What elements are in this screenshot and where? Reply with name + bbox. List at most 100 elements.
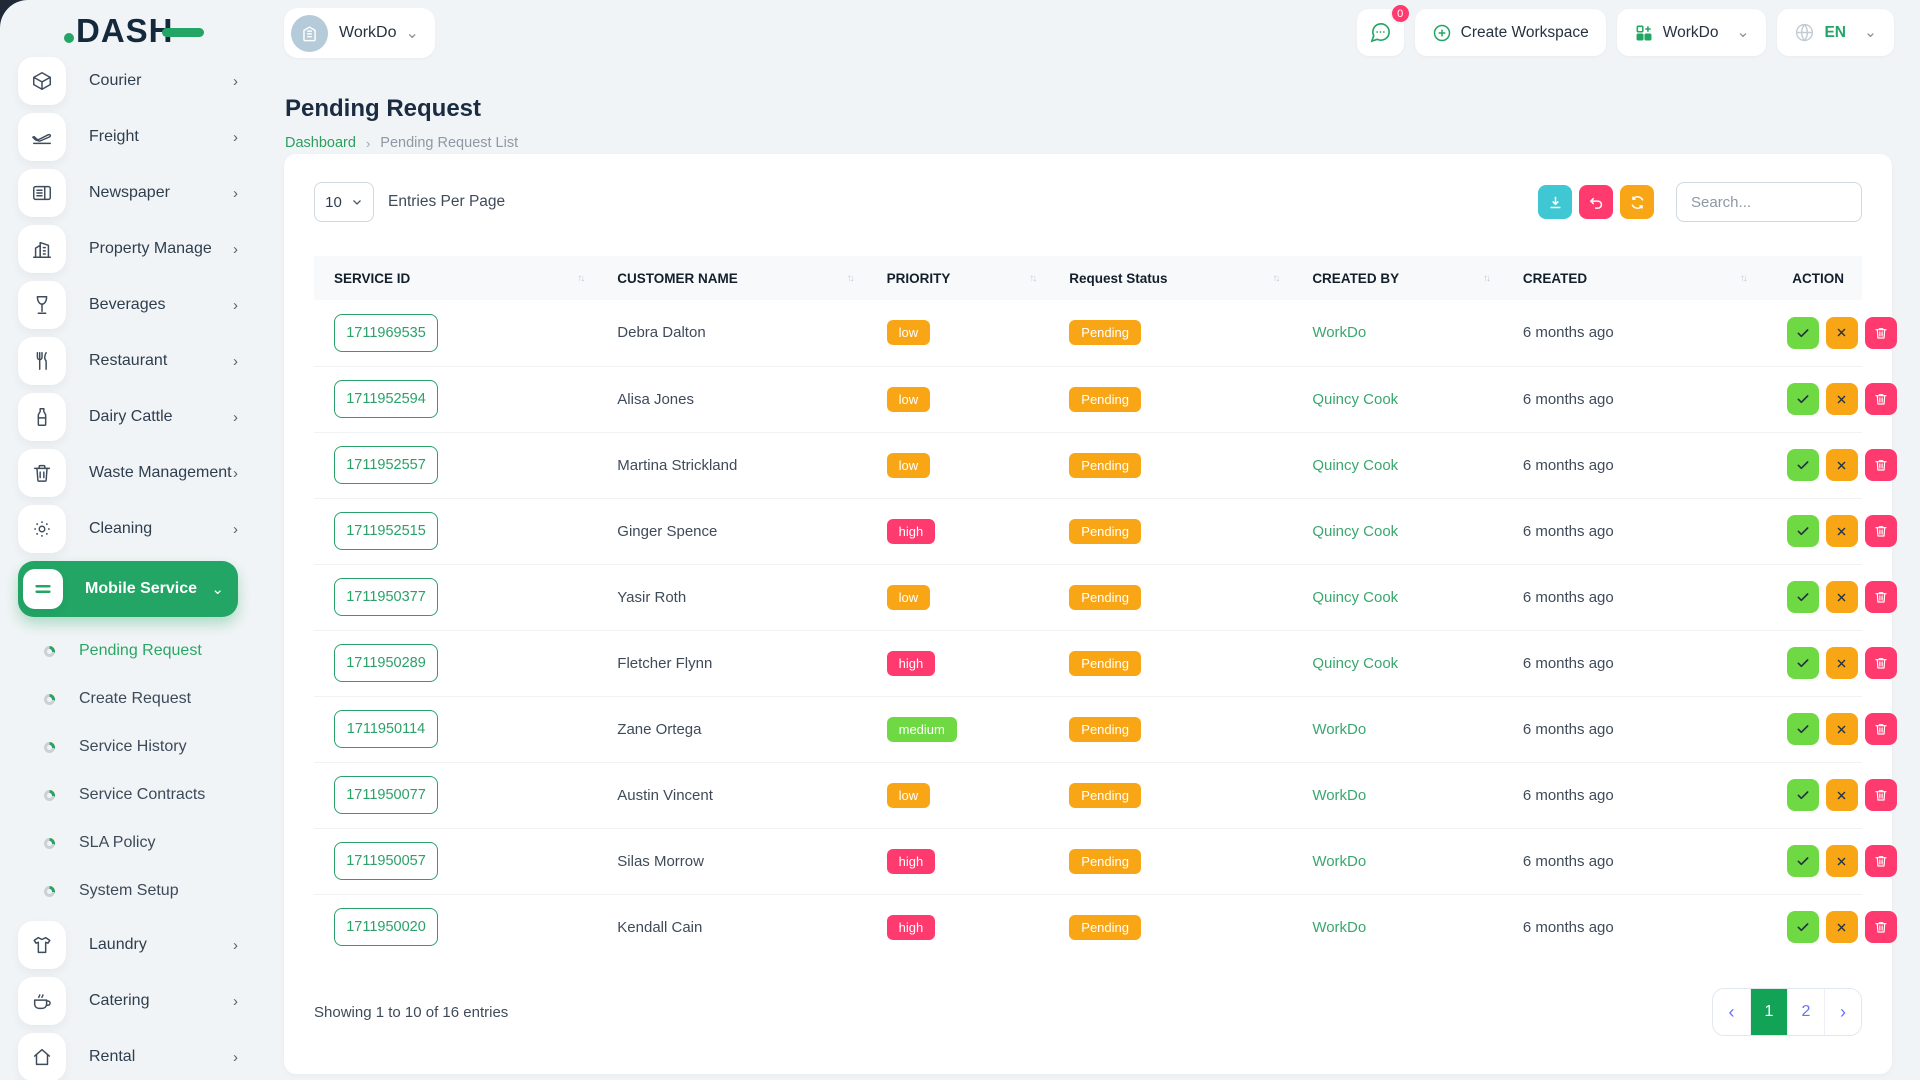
- breadcrumb-dashboard-link[interactable]: Dashboard: [285, 135, 356, 151]
- created-by-link[interactable]: WorkDo: [1312, 324, 1366, 341]
- created-by-link[interactable]: WorkDo: [1312, 721, 1366, 738]
- sidebar-item-courier[interactable]: Courier›: [18, 57, 238, 105]
- sidebar-subitem-sla-policy[interactable]: SLA Policy: [18, 819, 238, 867]
- service-id-button[interactable]: 1711952594: [334, 380, 438, 418]
- sidebar-item-newspaper[interactable]: Newspaper›: [18, 169, 238, 217]
- entries-per-page-select[interactable]: 10: [314, 182, 374, 222]
- column-header-service-id[interactable]: SERVICE ID↑↓: [314, 256, 597, 300]
- delete-button[interactable]: [1865, 515, 1897, 547]
- column-header-priority[interactable]: PRIORITY↑↓: [867, 256, 1050, 300]
- reject-button[interactable]: [1826, 449, 1858, 481]
- service-id-button[interactable]: 1711950020: [334, 908, 438, 946]
- sidebar-subitem-create-request[interactable]: Create Request: [18, 675, 238, 723]
- column-header-customer-name[interactable]: CUSTOMER NAME↑↓: [597, 256, 866, 300]
- service-id-button[interactable]: 1711950057: [334, 842, 438, 880]
- pagination-previous-button[interactable]: ‹: [1713, 989, 1750, 1035]
- created-cell: 6 months ago: [1503, 696, 1760, 762]
- service-id-button[interactable]: 1711950377: [334, 578, 438, 616]
- sidebar-item-laundry[interactable]: Laundry›: [18, 921, 238, 969]
- approve-button[interactable]: [1787, 581, 1819, 613]
- service-id-button[interactable]: 1711952515: [334, 512, 438, 550]
- reject-button[interactable]: [1826, 581, 1858, 613]
- sidebar-subitem-service-contracts[interactable]: Service Contracts: [18, 771, 238, 819]
- sidebar-item-mobile-service[interactable]: Mobile Service ⌄: [18, 561, 238, 617]
- catering-icon-box: [18, 977, 66, 1025]
- undo-button[interactable]: [1579, 185, 1613, 219]
- column-header-created[interactable]: CREATED↑↓: [1503, 256, 1760, 300]
- sidebar-subitem-label: Pending Request: [79, 642, 202, 660]
- approve-button[interactable]: [1787, 845, 1819, 877]
- sidebar-item-property-manage[interactable]: Property Manage›: [18, 225, 238, 273]
- approve-button[interactable]: [1787, 317, 1819, 349]
- delete-button[interactable]: [1865, 713, 1897, 745]
- chevron-down-icon: ⌄: [211, 580, 224, 598]
- sidebar-subitem-system-setup[interactable]: System Setup: [18, 867, 238, 915]
- reject-button[interactable]: [1826, 911, 1858, 943]
- created-by-link[interactable]: Quincy Cook: [1312, 457, 1398, 474]
- pagination-next-button[interactable]: ›: [1824, 989, 1861, 1035]
- breadcrumb: Dashboard › Pending Request List: [285, 135, 518, 151]
- chevron-right-icon: ›: [233, 1049, 238, 1066]
- sidebar-item-catering[interactable]: Catering›: [18, 977, 238, 1025]
- sidebar-item-waste-management[interactable]: Waste Management›: [18, 449, 238, 497]
- delete-button[interactable]: [1865, 581, 1897, 613]
- service-id-button[interactable]: 1711950114: [334, 710, 438, 748]
- column-header-request-status[interactable]: Request Status↑↓: [1049, 256, 1292, 300]
- sidebar-item-restaurant[interactable]: Restaurant›: [18, 337, 238, 385]
- export-button[interactable]: [1538, 185, 1572, 219]
- donut-icon: [44, 838, 55, 849]
- delete-button[interactable]: [1865, 845, 1897, 877]
- brand-logo[interactable]: DASH: [64, 12, 204, 50]
- created-by-link[interactable]: Quincy Cook: [1312, 523, 1398, 540]
- search-input[interactable]: [1676, 182, 1862, 222]
- waste-icon-box: [18, 449, 66, 497]
- created-by-link[interactable]: Quincy Cook: [1312, 655, 1398, 672]
- priority-badge: low: [887, 453, 931, 478]
- rental-icon-box: [18, 1033, 66, 1080]
- reject-button[interactable]: [1826, 515, 1858, 547]
- service-id-button[interactable]: 1711950289: [334, 644, 438, 682]
- sidebar-item-cleaning[interactable]: Cleaning›: [18, 505, 238, 553]
- created-by-link[interactable]: WorkDo: [1312, 787, 1366, 804]
- column-header-created-by[interactable]: CREATED BY↑↓: [1292, 256, 1503, 300]
- approve-button[interactable]: [1787, 647, 1819, 679]
- reject-button[interactable]: [1826, 713, 1858, 745]
- delete-button[interactable]: [1865, 317, 1897, 349]
- sidebar-subitem-service-history[interactable]: Service History: [18, 723, 238, 771]
- reject-button[interactable]: [1826, 845, 1858, 877]
- created-by-link[interactable]: WorkDo: [1312, 853, 1366, 870]
- pagination-page-1[interactable]: 1: [1750, 989, 1787, 1035]
- reject-button[interactable]: [1826, 317, 1858, 349]
- created-by-link[interactable]: Quincy Cook: [1312, 589, 1398, 606]
- approve-button[interactable]: [1787, 383, 1819, 415]
- approve-button[interactable]: [1787, 779, 1819, 811]
- sidebar-item-rental[interactable]: Rental›: [18, 1033, 238, 1080]
- sidebar-item-freight[interactable]: Freight›: [18, 113, 238, 161]
- service-id-button[interactable]: 1711969535: [334, 314, 438, 352]
- approve-button[interactable]: [1787, 713, 1819, 745]
- reject-button[interactable]: [1826, 779, 1858, 811]
- sidebar-item-label: Mobile Service: [85, 580, 197, 598]
- delete-button[interactable]: [1865, 383, 1897, 415]
- sort-icon: ↑↓: [1272, 273, 1278, 284]
- refresh-button[interactable]: [1620, 185, 1654, 219]
- pagination-page-2[interactable]: 2: [1787, 989, 1824, 1035]
- sidebar-item-beverages[interactable]: Beverages›: [18, 281, 238, 329]
- delete-button[interactable]: [1865, 449, 1897, 481]
- created-by-link[interactable]: Quincy Cook: [1312, 391, 1398, 408]
- approve-button[interactable]: [1787, 911, 1819, 943]
- approve-button[interactable]: [1787, 449, 1819, 481]
- created-by-link[interactable]: WorkDo: [1312, 919, 1366, 936]
- approve-button[interactable]: [1787, 515, 1819, 547]
- entries-per-page-label: Entries Per Page: [388, 193, 505, 211]
- delete-button[interactable]: [1865, 779, 1897, 811]
- reject-button[interactable]: [1826, 383, 1858, 415]
- table-row: 1711952515Ginger SpencehighPendingQuincy…: [314, 498, 1862, 564]
- delete-button[interactable]: [1865, 647, 1897, 679]
- service-id-button[interactable]: 1711950077: [334, 776, 438, 814]
- delete-button[interactable]: [1865, 911, 1897, 943]
- sidebar-item-dairy-cattle[interactable]: Dairy Cattle›: [18, 393, 238, 441]
- sidebar-subitem-pending-request[interactable]: Pending Request: [18, 627, 238, 675]
- service-id-button[interactable]: 1711952557: [334, 446, 438, 484]
- reject-button[interactable]: [1826, 647, 1858, 679]
